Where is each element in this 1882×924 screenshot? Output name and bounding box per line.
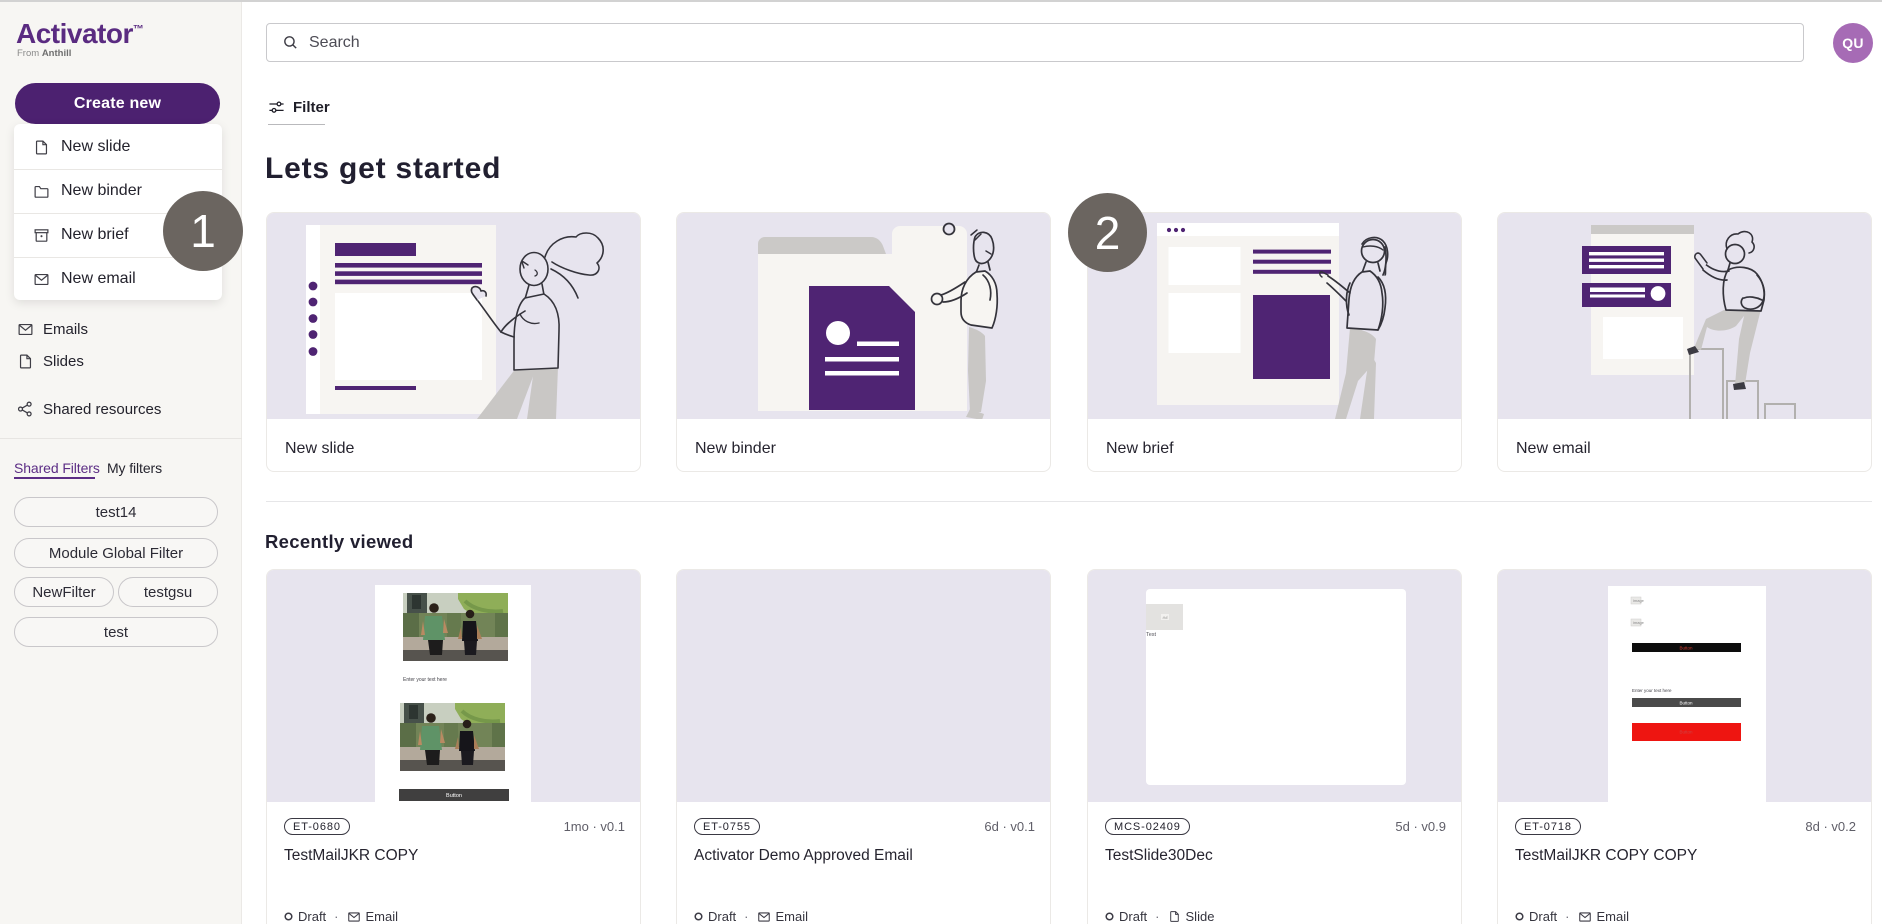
svg-text:Button: Button — [446, 793, 462, 799]
svg-text:image: image — [1633, 598, 1645, 603]
svg-text:Button: Button — [1679, 701, 1693, 706]
svg-text:Test: Test — [1146, 632, 1157, 638]
svg-text:Button: Button — [1679, 730, 1693, 735]
svg-text:Enter your text here: Enter your text here — [1632, 688, 1672, 693]
svg-text:Enter your text here: Enter your text here — [403, 677, 447, 683]
svg-text:Button: Button — [1679, 646, 1693, 651]
svg-text:image: image — [1633, 620, 1645, 625]
